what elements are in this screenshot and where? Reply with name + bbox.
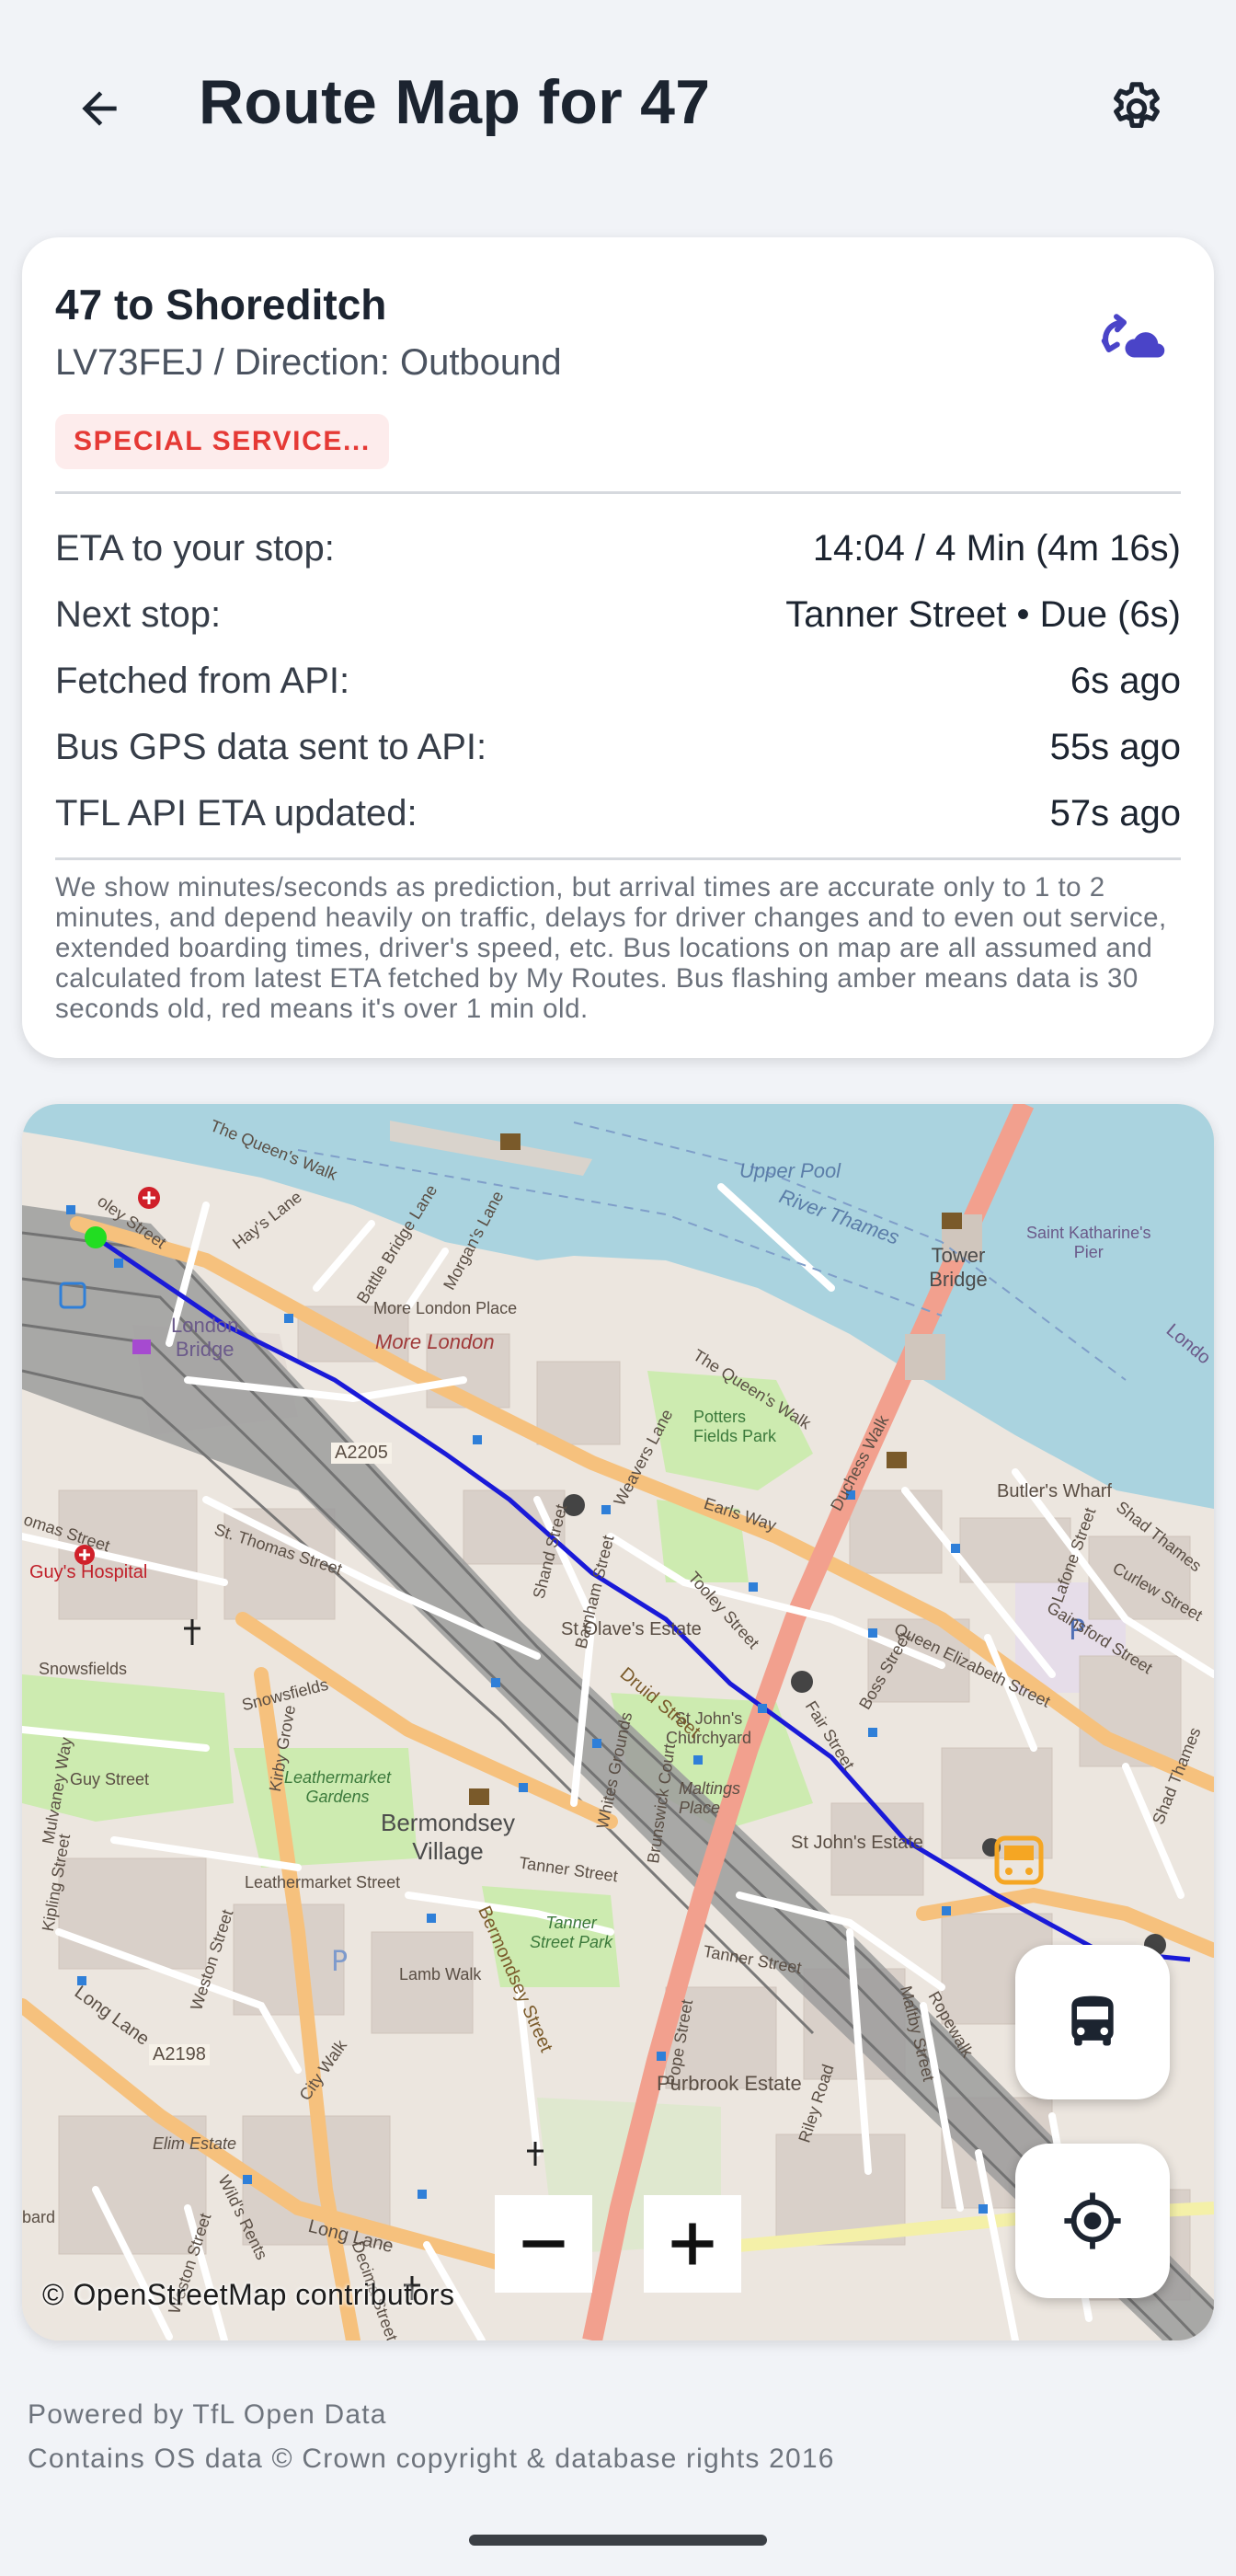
map-label: Potters Fields Park <box>693 1408 777 1445</box>
special-service-badge: SPECIAL SERVICE... <box>55 414 389 469</box>
map-label: St John's Estate <box>791 1833 923 1853</box>
fetched-value: 6s ago <box>1070 660 1181 701</box>
route-info-card: 47 to Shoreditch LV73FEJ / Direction: Ou… <box>22 237 1214 1058</box>
eta-updated-value: 57s ago <box>1049 792 1181 834</box>
map-label: Butler's Wharf <box>997 1481 1112 1501</box>
map-label: A2198 <box>149 2044 210 2065</box>
svg-text:P: P <box>331 1946 348 1978</box>
plus-icon <box>671 2223 714 2265</box>
vehicle-direction: LV73FEJ / Direction: Outbound <box>55 342 562 383</box>
minus-icon <box>522 2240 565 2248</box>
eta-row: ETA to your stop: 14:04 / 4 Min (4m 16s) <box>55 523 1181 574</box>
map-label: A2205 <box>331 1443 392 1464</box>
my-location-button[interactable] <box>1015 2144 1170 2298</box>
map-label: Bermondsey Village <box>381 1809 515 1865</box>
map-label: Tanner Street Park <box>530 1914 613 1951</box>
map-label: Leathermarket Street <box>245 1873 401 1892</box>
arrow-left-icon <box>82 91 117 126</box>
map-label: Elim Estate <box>153 2134 237 2153</box>
settings-button[interactable] <box>1093 64 1181 153</box>
page-title: Route Map for 47 <box>199 67 711 137</box>
divider <box>55 491 1181 494</box>
map-label: Tower Bridge <box>929 1244 988 1291</box>
eta-value: 14:04 / 4 Min (4m 16s) <box>812 527 1181 569</box>
refresh-button[interactable] <box>1089 293 1177 381</box>
eta-label: ETA to your stop: <box>55 527 335 569</box>
os-data-text: Contains OS data © Crown copyright & dat… <box>28 2444 835 2474</box>
map-label: Maltings Place <box>679 1779 741 1817</box>
map-label: Guy's Hospital <box>29 1562 148 1582</box>
map-label: More London <box>375 1330 495 1353</box>
map-label: London Bridge <box>171 1314 239 1361</box>
top-app-bar: Route Map for 47 <box>0 0 1236 212</box>
map-label: Guy Street <box>70 1770 150 1788</box>
next-stop-value: Tanner Street • Due (6s) <box>785 593 1181 635</box>
follow-bus-button[interactable] <box>1015 1945 1170 2099</box>
bus-icon <box>1071 1995 1114 2046</box>
zoom-out-button[interactable] <box>495 2195 592 2293</box>
my-location-icon <box>1064 2192 1121 2249</box>
map-label: Lamb Walk <box>399 1965 482 1984</box>
map-label: Leathermarket Gardens <box>284 1768 392 1806</box>
map-label: bard <box>22 2208 56 2226</box>
fetched-label: Fetched from API: <box>55 660 350 701</box>
gps-label: Bus GPS data sent to API: <box>55 726 487 767</box>
gps-row: Bus GPS data sent to API: 55s ago <box>55 721 1181 773</box>
next-stop-row: Next stop: Tanner Street • Due (6s) <box>55 589 1181 640</box>
home-indicator[interactable] <box>469 2535 767 2546</box>
refresh-cloud-icon <box>1101 314 1165 358</box>
map-attribution: © OpenStreetMap contributors <box>42 2278 455 2311</box>
disclaimer-text: We show minutes/seconds as prediction, b… <box>55 872 1167 1024</box>
route-title: 47 to Shoreditch <box>55 281 387 328</box>
divider <box>55 857 1181 860</box>
eta-updated-label: TFL API ETA updated: <box>55 792 418 834</box>
powered-by-text: Powered by TfL Open Data <box>28 2399 387 2430</box>
eta-updated-row: TFL API ETA updated: 57s ago <box>55 788 1181 839</box>
route-map[interactable]: P P Upper Pool River Thames Tower Bridge… <box>22 1104 1214 2340</box>
gps-value: 55s ago <box>1049 726 1181 767</box>
map-label: Saint Katharine's Pier <box>1026 1224 1151 1261</box>
fetched-row: Fetched from API: 6s ago <box>55 655 1181 707</box>
gear-icon <box>1114 82 1160 129</box>
map-label: More London Place <box>373 1299 518 1317</box>
map-label: Upper Pool <box>739 1159 841 1182</box>
map-label: Snowsfields <box>39 1660 128 1678</box>
zoom-in-button[interactable] <box>644 2195 741 2293</box>
back-button[interactable] <box>55 64 143 153</box>
next-stop-label: Next stop: <box>55 593 222 635</box>
